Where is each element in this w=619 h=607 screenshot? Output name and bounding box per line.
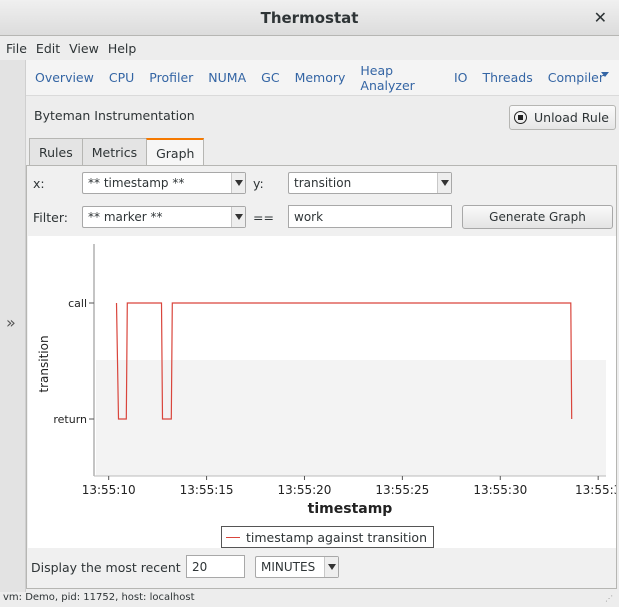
tab-rules[interactable]: Rules	[29, 138, 83, 165]
time-unit-select[interactable]: MINUTES	[255, 556, 339, 578]
time-unit-value: MINUTES	[261, 560, 316, 574]
stop-icon	[514, 111, 528, 124]
nav-heap-analyzer[interactable]: Heap Analyzer	[360, 63, 439, 93]
x-tick-label: 13:55:20	[278, 483, 332, 497]
filter-value-text: work	[294, 209, 324, 224]
title-bar: Thermostat ✕	[0, 0, 619, 36]
chart-svg: return call 13:55:10 13:55:15 13:55:20 13:55:…	[37, 244, 619, 517]
chevron-down-icon	[231, 173, 245, 193]
graph-chart: return call 13:55:10 13:55:15 13:55:20 13:55:…	[28, 236, 619, 548]
legend-label: timestamp against transition	[246, 529, 427, 545]
x-axis-label: x:	[33, 176, 45, 191]
nav-compiler[interactable]: Compiler	[548, 70, 604, 85]
nav-threads[interactable]: Threads	[483, 70, 533, 85]
tab-metrics[interactable]: Metrics	[81, 138, 148, 165]
x-tick-label: 13:55:15	[180, 483, 234, 497]
x-axis-select-value: ** timestamp **	[88, 176, 185, 190]
menu-help[interactable]: Help	[108, 41, 137, 56]
chevron-down-icon	[231, 207, 245, 227]
nav-numa[interactable]: NUMA	[208, 70, 246, 85]
x-axis-title: timestamp	[308, 501, 393, 517]
unload-rule-button[interactable]: Unload Rule	[509, 105, 616, 130]
y-axis-select[interactable]: transition	[288, 172, 452, 194]
chevron-down-icon	[324, 557, 338, 577]
view-navbar: Overview CPU Profiler NUMA GC Memory Hea…	[26, 60, 619, 96]
y-axis-select-value: transition	[294, 176, 352, 190]
plugin-title: Byteman Instrumentation	[34, 108, 195, 123]
menu-file[interactable]: File	[6, 41, 27, 56]
chevron-down-icon[interactable]	[601, 72, 609, 77]
menu-bar: File Edit View Help	[0, 37, 619, 59]
graph-panel: x: ** timestamp ** y: transition Filter:…	[26, 165, 619, 589]
chevron-down-icon	[437, 173, 451, 193]
display-recent-label: Display the most recent	[31, 560, 181, 575]
nav-gc[interactable]: GC	[261, 70, 279, 85]
nav-overview[interactable]: Overview	[35, 70, 94, 85]
nav-profiler[interactable]: Profiler	[149, 70, 193, 85]
y-axis-label: y:	[253, 176, 264, 191]
chart-legend: timestamp against transition	[221, 526, 434, 548]
nav-cpu[interactable]: CPU	[109, 70, 134, 85]
expand-sidebar-icon[interactable]: »	[6, 313, 16, 332]
x-tick-label: 13:55:25	[375, 483, 429, 497]
menu-edit[interactable]: Edit	[36, 41, 60, 56]
x-tick-label: 13:55:3	[575, 483, 616, 497]
generate-graph-button[interactable]: Generate Graph	[462, 205, 613, 229]
status-bar: vm: Demo, pid: 11752, host: localhost ⋰	[0, 592, 619, 607]
y-axis-title: transition	[37, 335, 51, 392]
x-tick-label: 13:55:10	[82, 483, 136, 497]
menu-view[interactable]: View	[69, 41, 99, 56]
display-count-value: 20	[192, 559, 208, 574]
tab-graph[interactable]: Graph	[146, 138, 205, 166]
filter-value-input[interactable]: work	[288, 205, 452, 228]
close-icon[interactable]: ✕	[594, 8, 607, 27]
collapsed-sidebar: »	[0, 60, 26, 592]
x-tick-label: 13:55:30	[473, 483, 527, 497]
window-title: Thermostat	[260, 8, 359, 27]
tab-strip: Rules Metrics Graph	[29, 138, 205, 166]
equals-label: ==	[253, 210, 274, 225]
unload-rule-label: Unload Rule	[534, 110, 609, 125]
filter-select-value: ** marker **	[88, 210, 163, 224]
resize-grip-icon[interactable]: ⋰	[605, 594, 615, 604]
status-text: vm: Demo, pid: 11752, host: localhost	[3, 592, 195, 603]
display-count-input[interactable]: 20	[186, 555, 245, 578]
plugin-header: Byteman Instrumentation Unload Rule	[26, 97, 619, 137]
filter-label: Filter:	[33, 210, 68, 225]
y-tick-label: call	[68, 297, 87, 310]
nav-memory[interactable]: Memory	[295, 70, 346, 85]
y-tick-label: return	[53, 413, 87, 426]
nav-io[interactable]: IO	[454, 70, 468, 85]
legend-swatch	[226, 536, 240, 538]
filter-select[interactable]: ** marker **	[82, 206, 246, 228]
x-axis-select[interactable]: ** timestamp **	[82, 172, 246, 194]
plot-band	[96, 360, 606, 476]
